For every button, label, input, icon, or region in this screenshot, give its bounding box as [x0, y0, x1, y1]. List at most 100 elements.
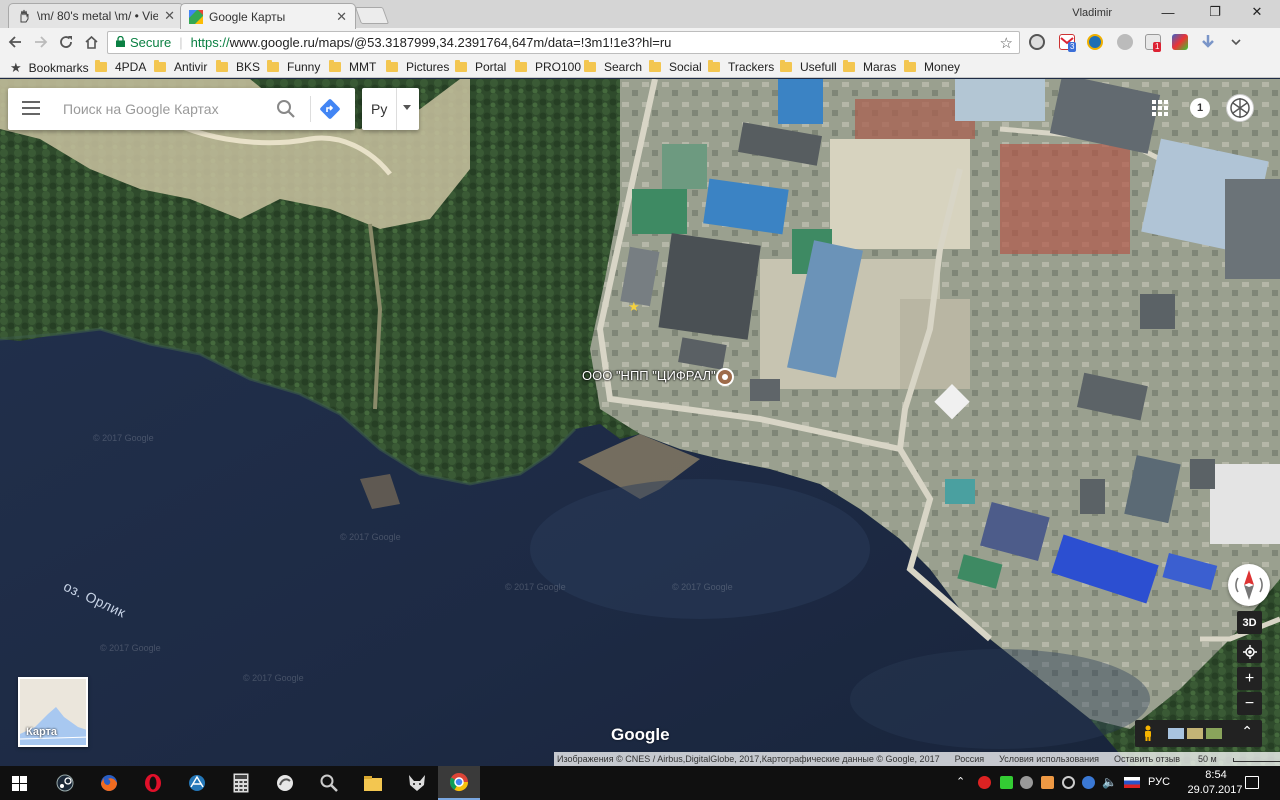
bookmark-portal[interactable]: Portal [455, 60, 506, 74]
bookmark-social[interactable]: Social [649, 60, 702, 74]
back-button[interactable] [4, 32, 26, 52]
search-input[interactable] [63, 88, 263, 130]
bookmark-usefull[interactable]: Usefull [780, 60, 837, 74]
bookmark-bookmarks[interactable]: ★ Bookmarks [10, 60, 89, 76]
folder-icon [708, 60, 720, 72]
arrow-right-icon [35, 36, 48, 48]
map-layer-toggle[interactable]: Карта [18, 677, 88, 747]
bookmark-funny[interactable]: Funny [267, 60, 320, 74]
tab-google-maps[interactable]: Google Карты ✕ [180, 3, 356, 29]
clock-date[interactable]: 29.07.2017 [1178, 784, 1252, 796]
download-extension-icon[interactable] [1200, 34, 1216, 50]
google-maps-icon [189, 9, 203, 24]
feedback-link[interactable]: Оставить отзыв [1114, 754, 1180, 764]
satellite-imagery[interactable] [0, 79, 1280, 766]
bookmark-search[interactable]: Search [584, 60, 642, 74]
region-link[interactable]: Россия [955, 754, 985, 764]
bookmark-maras[interactable]: Maras [843, 60, 896, 74]
bookmark-pictures[interactable]: Pictures [386, 60, 449, 74]
secure-label[interactable]: Secure [130, 35, 171, 50]
satellite-map[interactable]: © 2017 Google © 2017 Google © 2017 Googl… [0, 79, 1280, 766]
tray-sync-icon[interactable] [1041, 776, 1054, 789]
profile-name[interactable]: Vladimir [1072, 7, 1112, 19]
address-bar[interactable]: Secure | https://www.google.ru/maps/@53.… [107, 31, 1020, 54]
taskbar-sound-app[interactable] [264, 766, 306, 800]
taskbar-network-app[interactable] [176, 766, 218, 800]
imagery-thumbnail[interactable] [1187, 728, 1203, 739]
browser-toolbar: Secure | https://www.google.ru/maps/@53.… [0, 28, 1280, 56]
bookmark-label: Pictures [406, 60, 450, 74]
pegman-icon[interactable] [1143, 725, 1153, 742]
lock-icon[interactable] [116, 35, 125, 50]
maximize-button[interactable]: ❐ [1192, 0, 1238, 24]
close-tab-icon[interactable]: ✕ [336, 9, 347, 25]
home-button[interactable] [80, 32, 102, 52]
fox-icon [409, 775, 425, 791]
place-label[interactable]: ООО "НПП "ЦИФРАЛ" [582, 368, 716, 383]
chrome-menu-icon[interactable] [1228, 34, 1244, 50]
chevron-up-icon[interactable]: ⌃ [956, 775, 969, 788]
terms-link[interactable]: Условия использования [999, 754, 1099, 764]
folder-icon [649, 60, 661, 72]
colorful-extension-icon[interactable] [1172, 34, 1188, 50]
tray-red-icon[interactable] [978, 776, 991, 789]
forward-button[interactable] [30, 32, 52, 52]
taskbar-steam[interactable] [44, 766, 86, 800]
saved-place-star-icon[interactable]: ★ [628, 299, 640, 315]
bookmark-bks[interactable]: BKS [216, 60, 260, 74]
russian-flag-icon[interactable] [1124, 777, 1140, 788]
tray-bug-icon[interactable] [1020, 776, 1033, 789]
place-pin-icon[interactable] [716, 368, 734, 386]
minimize-button[interactable]: — [1145, 0, 1191, 24]
windows-icon [12, 776, 28, 792]
start-button[interactable] [0, 766, 42, 800]
map-watermark: © 2017 Google [93, 433, 154, 443]
google-apps-icon[interactable] [1152, 100, 1168, 116]
taskbar-fox-app[interactable] [396, 766, 438, 800]
taskbar-search-tool[interactable] [308, 766, 350, 800]
bookmark-mmt[interactable]: MMT [329, 60, 376, 74]
eye-extension-icon[interactable] [1029, 34, 1045, 50]
taskbar-firefox[interactable] [88, 766, 130, 800]
imagery-thumbnail[interactable] [1206, 728, 1222, 739]
my-location-button[interactable] [1237, 640, 1262, 663]
bookmark-trackers[interactable]: Trackers [708, 60, 774, 74]
close-tab-icon[interactable]: ✕ [164, 8, 175, 24]
compass-button[interactable] [1228, 564, 1270, 606]
taskbar-file-explorer[interactable] [352, 766, 394, 800]
adblock-extension-icon[interactable] [1117, 34, 1133, 50]
volume-icon[interactable]: 🔈 [1102, 775, 1117, 789]
search-icon[interactable] [276, 99, 296, 119]
taskbar-calculator[interactable] [220, 766, 262, 800]
taskbar-opera[interactable] [132, 766, 174, 800]
imagery-thumbnail[interactable] [1168, 728, 1184, 739]
chevron-up-icon[interactable]: ⌃ [1241, 723, 1253, 740]
directions-icon[interactable] [319, 98, 341, 120]
tray-clock-icon[interactable] [1062, 776, 1075, 789]
account-avatar[interactable] [1226, 94, 1254, 122]
hamburger-menu-icon[interactable] [22, 101, 40, 117]
bookmark-pro100[interactable]: PRO100 [515, 60, 581, 74]
tray-blue-icon[interactable] [1082, 776, 1095, 789]
taskbar-chrome[interactable] [438, 766, 480, 800]
language-selector[interactable]: Ру [362, 88, 419, 130]
zoom-in-button[interactable]: + [1237, 667, 1262, 690]
action-center-icon[interactable] [1245, 776, 1259, 789]
notifications-badge[interactable]: 1 [1190, 98, 1210, 118]
zoom-out-button[interactable]: − [1237, 692, 1262, 715]
tab-metal[interactable]: \m/ 80's metal \m/ • Vie ✕ [8, 3, 184, 28]
tray-green-icon[interactable] [1000, 776, 1013, 789]
sync-extension-icon[interactable] [1087, 34, 1103, 50]
view-3d-button[interactable]: 3D [1237, 611, 1262, 634]
bookmark-money[interactable]: Money [904, 60, 960, 74]
reload-button[interactable] [55, 32, 77, 52]
new-tab-button[interactable] [354, 7, 390, 24]
map-watermark: © 2017 Google [505, 582, 566, 592]
bookmark-antivir[interactable]: Antivir [154, 60, 207, 74]
close-window-button[interactable]: ✕ [1234, 0, 1280, 24]
bookmark-4pda[interactable]: 4PDA [95, 60, 146, 74]
input-language[interactable]: РУС [1148, 776, 1170, 788]
clock-time[interactable]: 8:54 [1196, 769, 1236, 781]
bookmark-star-icon[interactable]: ☆ [1000, 34, 1013, 52]
bookmark-label: Money [924, 60, 961, 74]
